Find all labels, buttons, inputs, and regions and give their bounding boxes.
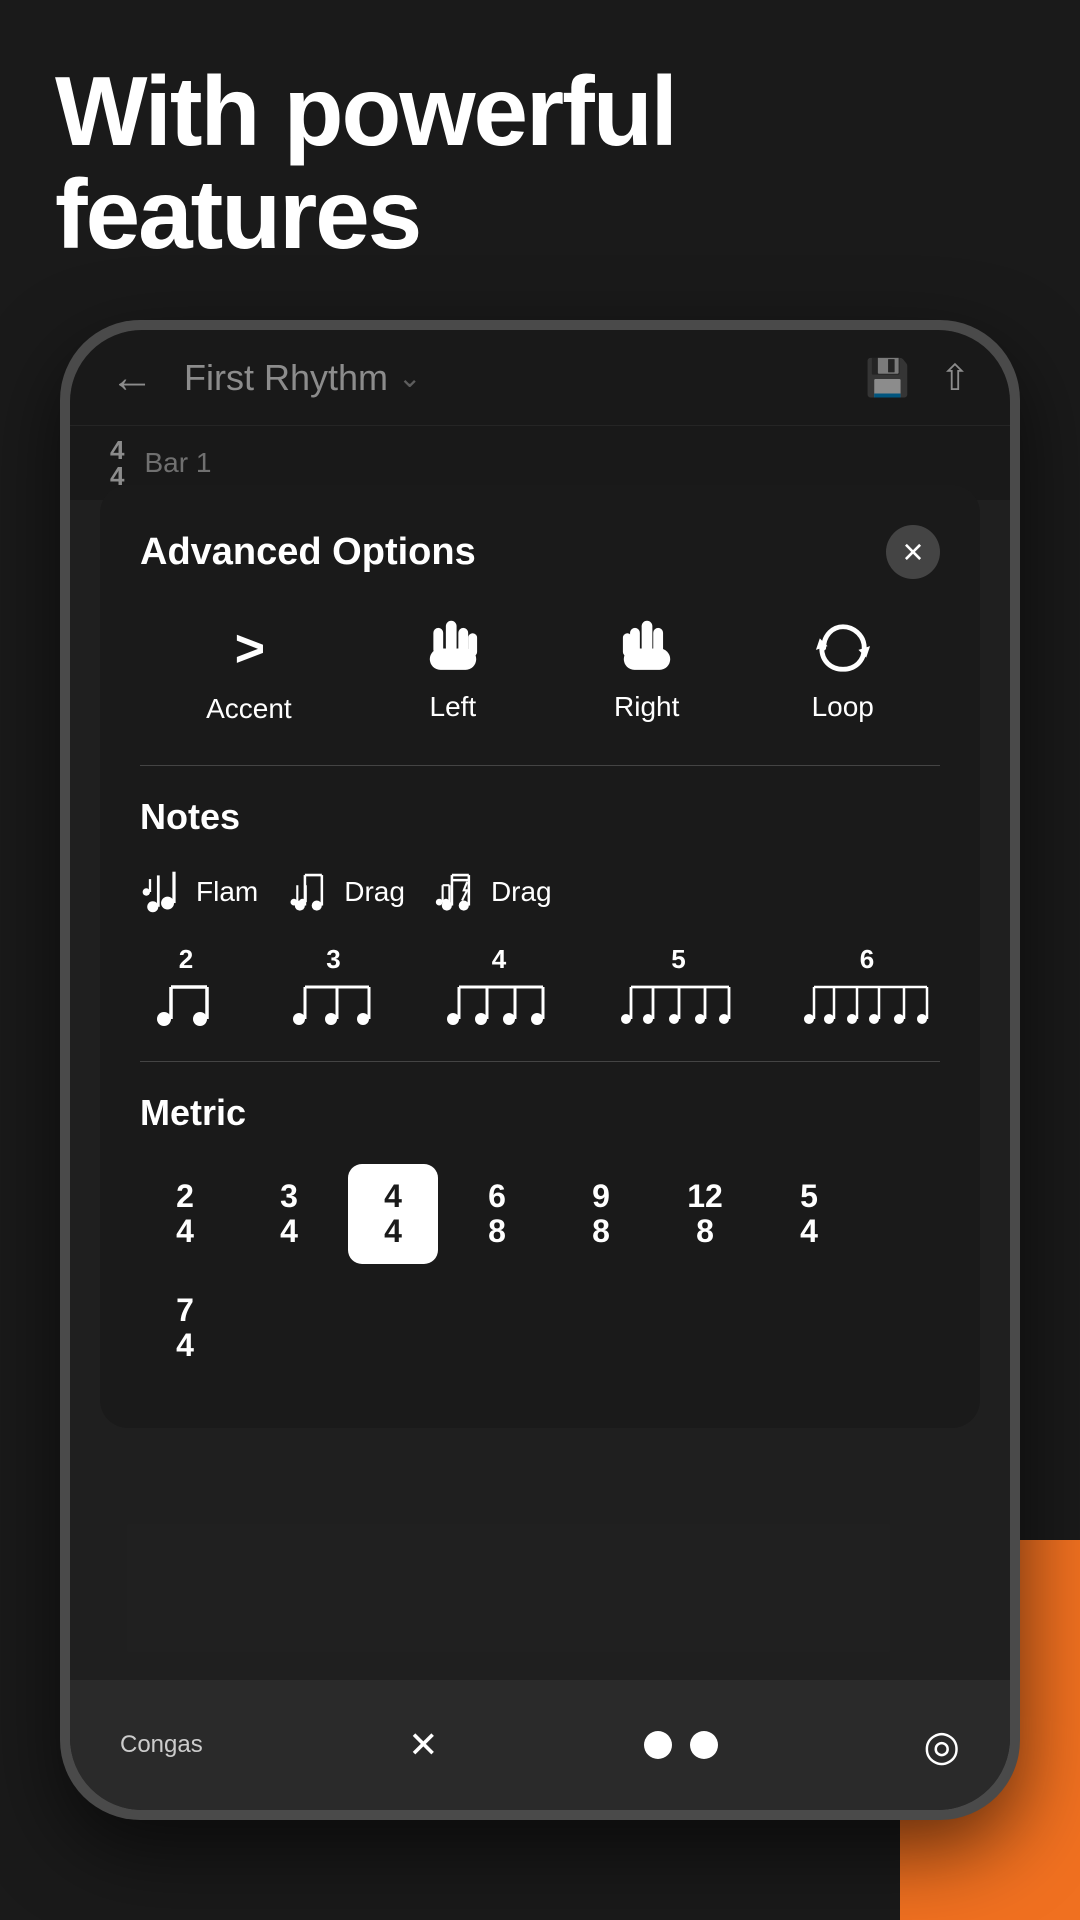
metric-items-row: 2 4 3 4 4 4 6 8 <box>140 1164 940 1378</box>
metric-title: Metric <box>140 1092 940 1134</box>
metric-2-4[interactable]: 2 4 <box>140 1164 230 1264</box>
notes-title: Notes <box>140 796 940 838</box>
bottom-dots <box>644 1731 718 1759</box>
drag1-label: Drag <box>344 876 405 908</box>
flam-item[interactable]: Flam <box>140 868 258 916</box>
flam-icon <box>140 868 184 916</box>
congas-label: Congas <box>120 1731 203 1759</box>
metric-section: Metric 2 4 3 4 4 4 6 <box>140 1092 940 1378</box>
metric-3-4[interactable]: 3 4 <box>244 1164 334 1264</box>
modal-title: Advanced Options <box>140 531 476 574</box>
phone-screen: ← First Rhythm ⌄ 💾 ⇧ 4 4 Bar 1 Advanc <box>70 330 1010 1810</box>
divider-1 <box>140 765 940 766</box>
loop-label: Loop <box>812 691 874 723</box>
advanced-options-modal: Advanced Options × > Accent <box>100 485 980 1428</box>
accent-label: Accent <box>206 693 292 725</box>
headline: With powerful features <box>55 60 1025 266</box>
tuplet-6-icon <box>804 979 930 1031</box>
dot-2 <box>690 1731 718 1759</box>
bottom-bar: Congas ✕ ◎ <box>70 1680 1010 1810</box>
target-icon[interactable]: ◎ <box>923 1721 960 1770</box>
tuplet-3-icon <box>289 979 379 1031</box>
close-button[interactable]: × <box>886 525 940 579</box>
tuplet-row: 2 3 <box>140 944 940 1031</box>
tuplet-5[interactable]: 5 <box>620 944 738 1031</box>
modal-header: Advanced Options × <box>140 525 940 579</box>
tuplet-6[interactable]: 6 <box>804 944 930 1031</box>
headline-line1: With powerful <box>55 60 1025 163</box>
hand-left-icon <box>424 619 482 677</box>
phone-mockup: ← First Rhythm ⌄ 💾 ⇧ 4 4 Bar 1 Advanc <box>60 320 1020 1820</box>
flam-label: Flam <box>196 876 258 908</box>
drag1-item[interactable]: Drag <box>288 868 405 916</box>
metric-6-8[interactable]: 6 8 <box>452 1164 542 1264</box>
right-label: Right <box>614 691 679 723</box>
tuplet-2-icon <box>150 979 222 1031</box>
right-option[interactable]: Right <box>614 619 679 725</box>
notes-section: Notes Flam <box>140 796 940 1031</box>
hand-right-icon <box>618 619 676 677</box>
drag2-item[interactable]: Drag <box>435 868 552 916</box>
loop-icon <box>814 619 872 677</box>
left-label: Left <box>430 691 477 723</box>
drag1-icon <box>288 868 332 916</box>
tuplet-4[interactable]: 4 <box>445 944 553 1031</box>
tuplet-2[interactable]: 2 <box>150 944 222 1031</box>
close-x-button[interactable]: ✕ <box>408 1724 438 1766</box>
tuplet-3[interactable]: 3 <box>289 944 379 1031</box>
drag2-label: Drag <box>491 876 552 908</box>
left-option[interactable]: Left <box>424 619 482 725</box>
accent-icon: > <box>234 619 264 679</box>
metric-12-8[interactable]: 12 8 <box>660 1164 750 1264</box>
headline-line2: features <box>55 163 1025 266</box>
metric-9-8[interactable]: 9 8 <box>556 1164 646 1264</box>
accent-option[interactable]: > Accent <box>206 619 292 725</box>
notes-items-row: Flam <box>140 868 940 916</box>
metric-5-4[interactable]: 5 4 <box>764 1164 854 1264</box>
loop-option[interactable]: Loop <box>812 619 874 725</box>
dot-1 <box>644 1731 672 1759</box>
drag2-icon <box>435 868 479 916</box>
tuplet-4-icon <box>445 979 553 1031</box>
metric-7-4[interactable]: 7 4 <box>140 1278 230 1378</box>
options-row: > Accent Left <box>140 619 940 725</box>
tuplet-5-icon <box>620 979 738 1031</box>
metric-4-4[interactable]: 4 4 <box>348 1164 438 1264</box>
divider-2 <box>140 1061 940 1062</box>
